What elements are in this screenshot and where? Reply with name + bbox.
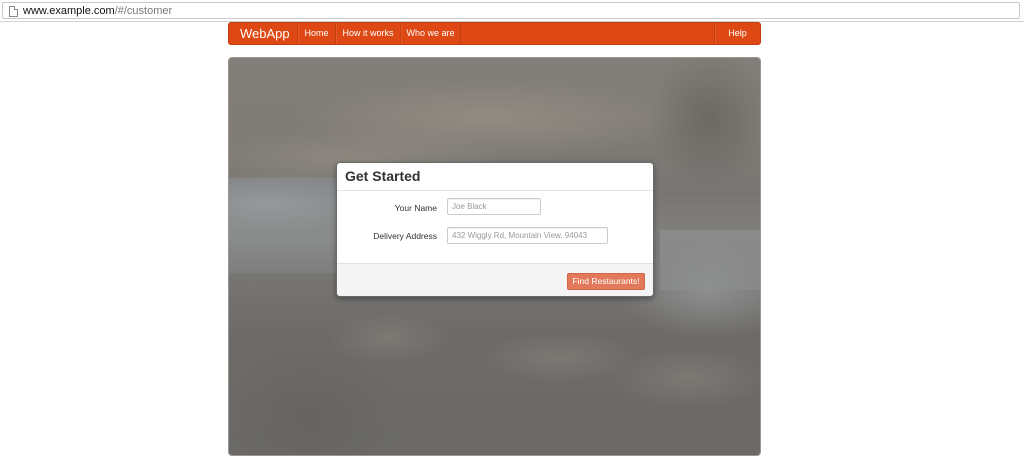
nav-item-home[interactable]: Home (297, 23, 335, 44)
nav-item-who-we-are[interactable]: Who we are (400, 23, 461, 44)
url-text: www.example.com/#/customer (23, 4, 172, 18)
url-path: /#/customer (114, 5, 173, 17)
name-input[interactable] (447, 198, 541, 215)
dialog-title: Get Started (345, 168, 421, 184)
address-input[interactable] (447, 227, 608, 244)
url-host: www.example.com (23, 5, 115, 17)
brand-link[interactable]: WebApp (240, 23, 290, 44)
dialog-header: Get Started (337, 163, 653, 191)
address-label: Delivery Address (373, 231, 437, 241)
top-navbar: WebApp Home How it works Who we are Help (228, 22, 761, 45)
browser-address-bar[interactable]: www.example.com/#/customer (0, 0, 1024, 22)
name-label: Your Name (394, 203, 437, 213)
url-field[interactable]: www.example.com/#/customer (2, 2, 1020, 19)
nav-item-help[interactable]: Help (714, 23, 760, 44)
page-icon (9, 6, 18, 17)
find-restaurants-button[interactable]: Find Restaurants! (567, 273, 645, 290)
nav-item-how-it-works[interactable]: How it works (335, 23, 400, 44)
get-started-dialog: Get Started Your Name Delivery Address F… (336, 162, 654, 297)
dialog-footer: Find Restaurants! (337, 263, 653, 296)
